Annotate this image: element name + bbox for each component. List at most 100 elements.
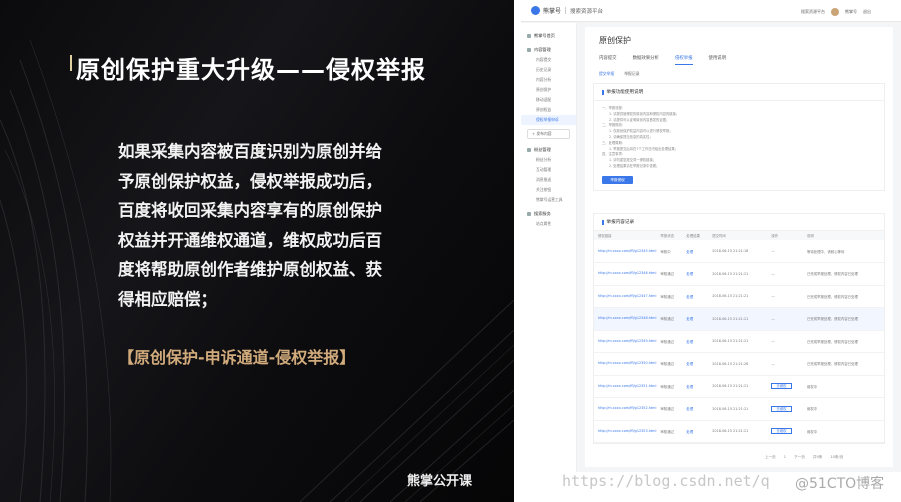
row-result: 处理 xyxy=(682,240,709,263)
row-op: — xyxy=(767,240,803,263)
infringing-link[interactable]: http://m.xxxx.com/ffl/g12347.html xyxy=(594,285,657,308)
subtab-submit-report[interactable]: 提交举报 xyxy=(599,71,614,77)
notice-line: 2. 处理结果请在举报记录中查看； xyxy=(609,163,660,168)
table-row: http://m.xxxx.com/ffl/g12350.html 审核通过 处… xyxy=(594,352,884,376)
row-time: 2018-06-15 21:21:21 xyxy=(708,285,768,308)
row-note: 已完成举报处理，侵权内容已处理 xyxy=(803,307,884,331)
sidebar-item-push[interactable]: 消息推送 xyxy=(521,175,576,185)
sidebar-item-site-attr[interactable]: 站点属性 xyxy=(521,219,576,229)
sidebar-head-label: 搜索服务 xyxy=(534,211,551,216)
watermark-brand: @51CTO博客 xyxy=(795,476,885,492)
sidebar-item-tools[interactable]: 熊掌号运营工具 xyxy=(521,195,576,205)
sidebar-head-search[interactable]: 搜索服务 xyxy=(521,209,576,219)
sidebar-item-follow-btn[interactable]: 关注按钮 xyxy=(521,185,576,195)
row-result: 处理 xyxy=(682,330,709,353)
infringing-link[interactable]: http://m.xxxx.com/ffl/g12350.html xyxy=(594,352,657,376)
row-time: 2018-06-15 21:21:21 xyxy=(708,397,768,421)
page-number[interactable]: 1 xyxy=(784,455,786,460)
sidebar-item-mobile[interactable]: 移动适配 xyxy=(521,95,576,105)
row-result: 处理 xyxy=(682,397,709,421)
subtab-bar: 提交举报 举报记录 xyxy=(599,71,639,77)
rights-button[interactable]: 去维权 xyxy=(771,405,792,412)
title-bar-marker xyxy=(602,89,604,95)
row-result: 处理 xyxy=(682,285,709,308)
infringing-link[interactable]: http://m.xxxx.com/ffl/g12349.html xyxy=(594,330,657,353)
page-size-select[interactable]: 10条/页 xyxy=(830,455,843,460)
brand-name: 熊掌号 xyxy=(543,8,562,15)
sidebar-head-label: 内容管理 xyxy=(534,47,551,52)
avatar[interactable] xyxy=(831,8,839,16)
sidebar-item-history[interactable]: 历史记录 xyxy=(521,65,576,75)
sidebar-item-analysis[interactable]: 内容分析 xyxy=(521,75,576,85)
table-header-row: 侵权链接 举报状态 处理结果 提交时间 操作 说明 xyxy=(594,231,884,240)
next-page-button[interactable]: 下一页 xyxy=(794,455,805,460)
column-header: 侵权链接 xyxy=(594,231,657,240)
records-title: 举报内容记录 xyxy=(594,214,884,231)
rights-button[interactable]: 去维权 xyxy=(771,383,792,390)
row-op: — xyxy=(767,285,803,308)
row-status: 审核通过 xyxy=(656,262,683,286)
publish-button[interactable]: + 发布内容 xyxy=(527,129,570,139)
brand[interactable]: 熊掌号 搜索资源平台 xyxy=(531,6,603,15)
sidebar-group-search: 搜索服务 站点属性 xyxy=(521,209,576,229)
table-row: http://m.xxxx.com/ffl/g12348.html 审核通过 处… xyxy=(594,307,884,331)
table-row: http://m.xxxx.com/ffl/g12347.html 审核通过 处… xyxy=(594,285,884,308)
infringing-link[interactable]: http://m.xxxx.com/ffl/g12351.html xyxy=(594,375,657,398)
row-note: 等待处理中，请耐心等待 xyxy=(803,240,884,263)
page-title: 原创保护 xyxy=(599,36,631,45)
slide-body-text: 如果采集内容被百度识别为原创并给予原创保护权益，侵权举报成功后，百度将收回采集内… xyxy=(118,142,382,309)
row-status: 审核通过 xyxy=(656,375,683,398)
table-row: http://m.xxxx.com/ffl/g12349.html 审核通过 处… xyxy=(594,330,884,353)
sidebar-item-fan-analysis[interactable]: 粉丝分析 xyxy=(521,155,576,165)
sidebar-group-fans: 粉丝管理 粉丝分析 互动管理 消息推送 关注按钮 熊掌号运营工具 xyxy=(521,145,576,205)
sidebar-head-fans[interactable]: 粉丝管理 xyxy=(521,145,576,155)
sidebar-item-interaction[interactable]: 互动管理 xyxy=(521,165,576,175)
slide-logo: 熊掌公开课 xyxy=(407,474,473,489)
sidebar-item-rights[interactable]: 原创权益 xyxy=(521,105,576,115)
infringing-link[interactable]: http://m.xxxx.com/ffl/g12345.html xyxy=(594,240,657,263)
row-result: 处理 xyxy=(682,352,709,376)
prev-page-button[interactable]: 上一页 xyxy=(765,455,776,460)
title-bar-marker xyxy=(602,219,604,225)
platform-screenshot: 熊掌号 搜索资源平台 搜索资源平台 熊掌号 退出 熊掌号首页 内容管理 内容提交… xyxy=(521,0,901,472)
row-status: 审核通过 xyxy=(656,330,683,353)
sidebar-item-report[interactable]: 侵权举报申诉 xyxy=(521,115,576,125)
column-header: 操作 xyxy=(767,231,803,240)
row-note: 已完成举报处理，侵权内容已处理 xyxy=(803,285,884,308)
slide-title-text: 原创保护重大升级——侵权举报 xyxy=(76,56,426,84)
notice-title-text: 举报功能使用说明 xyxy=(606,90,644,95)
row-op-cell: 去维权 xyxy=(767,397,803,421)
top-link-platform[interactable]: 搜索资源平台 xyxy=(801,9,825,15)
sidebar-item-submit[interactable]: 内容提交 xyxy=(521,55,576,65)
row-time: 2018-06-15 21:21:18 xyxy=(708,240,768,263)
infringing-link[interactable]: http://m.xxxx.com/ffl/g12348.html xyxy=(594,307,657,331)
sidebar-item-original[interactable]: 原创保护 xyxy=(521,85,576,95)
infringing-link[interactable]: http://m.xxxx.com/ffl/g12352.html xyxy=(594,397,657,421)
sidebar-group-home: 熊掌号首页 xyxy=(521,31,576,41)
infringing-link[interactable]: http://m.xxxx.com/ffl/g12353.html xyxy=(594,420,657,443)
home-icon xyxy=(527,34,531,38)
tab-analysis[interactable]: 数据效果分析 xyxy=(633,55,659,65)
top-bar: 熊掌号 搜索资源平台 搜索资源平台 熊掌号 退出 xyxy=(521,0,901,22)
tab-guide[interactable]: 使用说明 xyxy=(709,55,727,65)
row-op: — xyxy=(767,330,803,353)
subtab-report-records[interactable]: 举报记录 xyxy=(624,71,639,77)
row-op-cell: 去维权 xyxy=(767,375,803,398)
sidebar-head-content[interactable]: 内容管理 xyxy=(521,45,576,55)
notice-title: 举报功能使用说明 xyxy=(594,84,884,101)
infringing-link[interactable]: http://m.xxxx.com/ffl/g12346.html xyxy=(594,262,657,286)
report-infringement-button[interactable]: 举报侵权 xyxy=(602,175,633,184)
row-time: 2018-06-15 21:21:26 xyxy=(708,352,768,376)
records-table: 侵权链接 举报状态 处理结果 提交时间 操作 说明 http://m.xxxx.… xyxy=(594,231,884,443)
tab-bar: 内容提交 数据效果分析 侵权举报 使用说明 xyxy=(599,55,726,65)
table-row: http://m.xxxx.com/ffl/g12352.html 审核通过 处… xyxy=(594,397,884,421)
tab-report[interactable]: 侵权举报 xyxy=(674,55,693,65)
sidebar-head-home[interactable]: 熊掌号首页 xyxy=(521,31,576,41)
row-status: 审核通过 xyxy=(656,397,683,421)
tab-submit[interactable]: 内容提交 xyxy=(599,55,617,65)
top-link-account[interactable]: 熊掌号 xyxy=(845,9,857,15)
rights-button[interactable]: 去维权 xyxy=(771,428,792,435)
row-status: 审核通过 xyxy=(656,285,683,308)
top-link-logout[interactable]: 退出 xyxy=(863,9,871,15)
records-panel: 举报内容记录 侵权链接 举报状态 处理结果 提交时间 操作 说明 http://… xyxy=(593,213,885,444)
